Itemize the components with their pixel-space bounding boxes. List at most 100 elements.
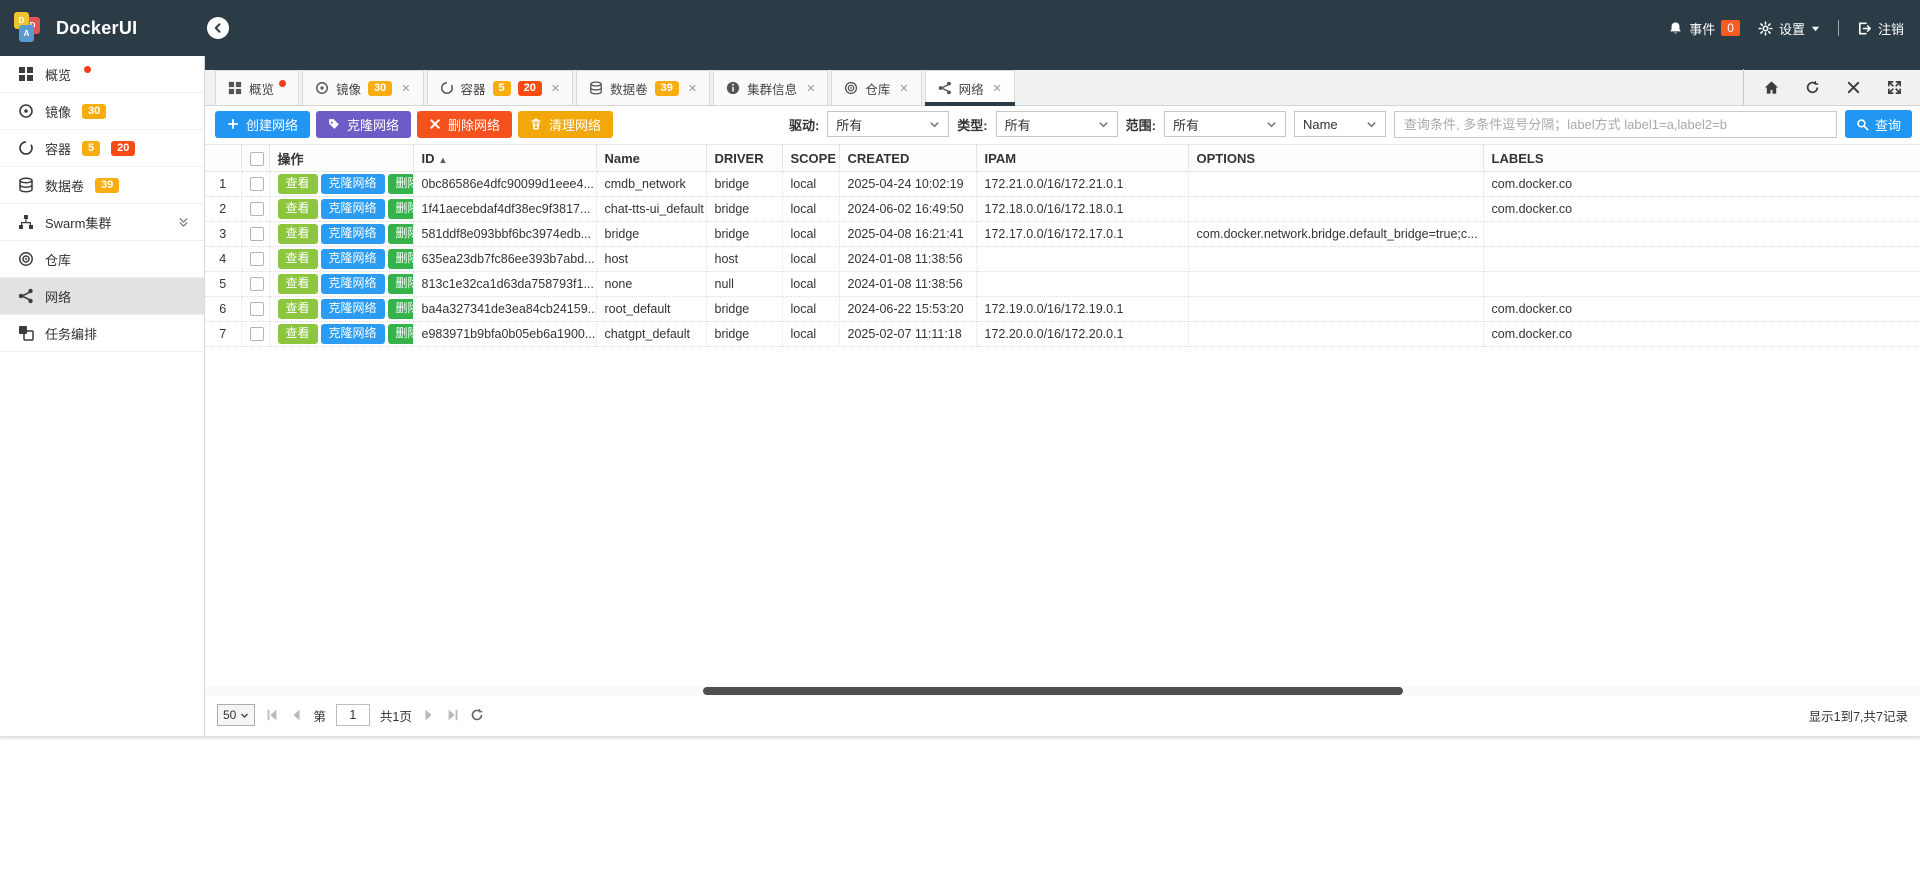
clone-button[interactable]: 克隆网络 <box>321 224 385 243</box>
close-tab-icon[interactable]: ✕ <box>993 82 1002 95</box>
clone-network-button[interactable]: 克隆网络 <box>316 111 411 138</box>
fullscreen-icon[interactable] <box>1887 80 1902 95</box>
tab-networks[interactable]: 网络 ✕ <box>925 70 1015 105</box>
close-tab-icon[interactable]: ✕ <box>401 82 410 95</box>
delete-button[interactable]: 删除 <box>388 174 413 193</box>
logout-button[interactable]: 注销 <box>1857 19 1904 38</box>
view-button[interactable]: 查看 <box>278 249 318 268</box>
row-checkbox[interactable] <box>250 302 264 316</box>
delete-button[interactable]: 删除 <box>388 199 413 218</box>
settings-menu[interactable]: 设置 <box>1758 19 1820 38</box>
search-field-select[interactable]: Name <box>1294 111 1386 137</box>
clone-button[interactable]: 克隆网络 <box>321 274 385 293</box>
main-content: 概览 镜像 30 ✕ 容器 5 20 ✕ 数据卷 39 ✕ <box>205 56 1920 736</box>
sidebar-item-registry[interactable]: 仓库 <box>0 241 204 278</box>
double-chevron-down-icon <box>177 216 190 229</box>
delete-button[interactable]: 删除 <box>388 299 413 318</box>
delete-network-button[interactable]: 删除网络 <box>417 111 512 138</box>
row-checkbox[interactable] <box>250 277 264 291</box>
select-all-checkbox[interactable] <box>250 152 264 166</box>
row-checkbox[interactable] <box>250 202 264 216</box>
tab-volumes[interactable]: 数据卷 39 ✕ <box>576 70 710 105</box>
horizontal-scrollbar-thumb[interactable] <box>703 687 1403 695</box>
refresh-icon[interactable] <box>1805 80 1820 95</box>
cell-scope: local <box>782 272 839 297</box>
view-button[interactable]: 查看 <box>278 224 318 243</box>
page-prefix-label: 第 <box>313 706 326 725</box>
col-driver[interactable]: DRIVER <box>706 145 782 172</box>
view-button[interactable]: 查看 <box>278 299 318 318</box>
tab-images[interactable]: 镜像 30 ✕ <box>302 70 423 105</box>
close-tab-icon[interactable]: ✕ <box>551 82 560 95</box>
cell-driver: bridge <box>706 172 782 197</box>
cell-scope: local <box>782 297 839 322</box>
close-icon[interactable] <box>1846 80 1861 95</box>
driver-filter-select[interactable]: 所有 <box>827 111 949 137</box>
row-checkbox[interactable] <box>250 252 264 266</box>
col-labels[interactable]: LABELS <box>1483 145 1920 172</box>
delete-button[interactable]: 删除 <box>388 224 413 243</box>
last-page-icon[interactable] <box>446 708 460 722</box>
row-checkbox[interactable] <box>250 177 264 191</box>
col-options[interactable]: OPTIONS <box>1188 145 1483 172</box>
tab-label: 镜像 <box>336 79 361 98</box>
delete-button[interactable]: 删除 <box>388 249 413 268</box>
sidebar-item-label: 数据卷 <box>45 176 84 195</box>
cell-ipam: 172.18.0.0/16/172.18.0.1 <box>976 197 1188 222</box>
search-input[interactable] <box>1394 111 1837 138</box>
cell-name: cmdb_network <box>596 172 706 197</box>
sidebar-item-networks[interactable]: 网络 <box>0 278 204 315</box>
clone-button[interactable]: 克隆网络 <box>321 249 385 268</box>
col-ipam[interactable]: IPAM <box>976 145 1188 172</box>
home-icon[interactable] <box>1764 80 1779 95</box>
first-page-icon[interactable] <box>265 708 279 722</box>
page-size-select[interactable]: 50 <box>217 704 255 726</box>
col-select-all <box>241 145 269 172</box>
page-number-input[interactable] <box>336 704 370 726</box>
row-checkbox[interactable] <box>250 327 264 341</box>
col-operations: 操作 <box>269 145 413 172</box>
sidebar-item-orchestration[interactable]: 任务编排 <box>0 315 204 352</box>
col-scope[interactable]: SCOPE <box>782 145 839 172</box>
search-button[interactable]: 查询 <box>1845 110 1912 138</box>
col-created[interactable]: CREATED <box>839 145 976 172</box>
tab-registry[interactable]: 仓库 ✕ <box>831 70 921 105</box>
delete-button[interactable]: 删除 <box>388 324 413 343</box>
table-row: 5 查看克隆网络删除 813c1e32ca1d63da758793f1... n… <box>205 272 1920 297</box>
sidebar-item-swarm[interactable]: Swarm集群 <box>0 204 204 241</box>
tab-overview[interactable]: 概览 <box>215 70 299 105</box>
sidebar-item-containers[interactable]: 容器 5 20 <box>0 130 204 167</box>
close-tab-icon[interactable]: ✕ <box>688 82 697 95</box>
type-filter-select[interactable]: 所有 <box>996 111 1118 137</box>
delete-button[interactable]: 删除 <box>388 274 413 293</box>
clone-button[interactable]: 克隆网络 <box>321 174 385 193</box>
next-page-icon[interactable] <box>422 708 436 722</box>
view-button[interactable]: 查看 <box>278 199 318 218</box>
col-name[interactable]: Name <box>596 145 706 172</box>
close-tab-icon[interactable]: ✕ <box>806 82 815 95</box>
collapse-sidebar-button[interactable] <box>207 17 229 39</box>
prune-network-button[interactable]: 清理网络 <box>518 111 613 138</box>
chevron-down-icon <box>1366 119 1377 130</box>
clone-button[interactable]: 克隆网络 <box>321 299 385 318</box>
table-header-row: 操作 ID▲ Name DRIVER SCOPE CREATED IPAM OP… <box>205 145 1920 172</box>
tab-cluster-info[interactable]: 集群信息 ✕ <box>713 70 828 105</box>
sidebar-item-images[interactable]: 镜像 30 <box>0 93 204 130</box>
col-id[interactable]: ID▲ <box>413 145 596 172</box>
close-tab-icon[interactable]: ✕ <box>899 82 908 95</box>
page-total-label: 共1页 <box>380 706 412 725</box>
sidebar-item-volumes[interactable]: 数据卷 39 <box>0 167 204 204</box>
clone-button[interactable]: 克隆网络 <box>321 324 385 343</box>
sidebar-item-overview[interactable]: 概览 <box>0 56 204 93</box>
events-menu[interactable]: 事件 0 <box>1668 19 1740 38</box>
view-button[interactable]: 查看 <box>278 324 318 343</box>
view-button[interactable]: 查看 <box>278 174 318 193</box>
row-checkbox[interactable] <box>250 227 264 241</box>
create-network-button[interactable]: 创建网络 <box>215 111 310 138</box>
tab-containers[interactable]: 容器 5 20 ✕ <box>427 70 574 105</box>
scope-filter-select[interactable]: 所有 <box>1164 111 1286 137</box>
clone-button[interactable]: 克隆网络 <box>321 199 385 218</box>
reload-icon[interactable] <box>470 708 484 722</box>
prev-page-icon[interactable] <box>289 708 303 722</box>
view-button[interactable]: 查看 <box>278 274 318 293</box>
